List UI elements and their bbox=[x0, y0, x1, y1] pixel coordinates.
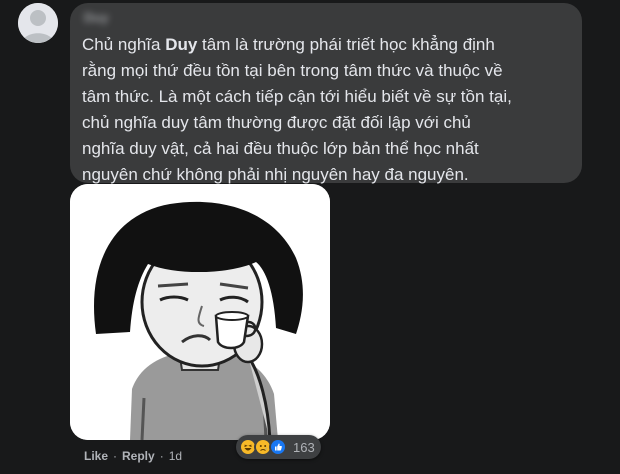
comment-text: Chủ nghĩa Duy tâm là trường phái triết h… bbox=[82, 32, 578, 188]
avatar[interactable] bbox=[18, 3, 58, 43]
comment-author-name[interactable]: Duy bbox=[84, 10, 109, 25]
like-icon bbox=[269, 438, 287, 456]
default-avatar-icon bbox=[18, 3, 58, 43]
separator-dot: · bbox=[159, 449, 164, 463]
text-segment: tâm là trường phái triết học khẳng định bbox=[197, 35, 495, 54]
reaction-summary[interactable]: 163 bbox=[236, 435, 321, 459]
comment-line: Chủ nghĩa Duy tâm là trường phái triết h… bbox=[82, 32, 578, 58]
comment-line: nghĩa duy vật, cả hai đều thuộc lớp bản … bbox=[82, 139, 479, 158]
text-segment: Chủ nghĩa bbox=[82, 35, 166, 54]
comment-actions: Like · Reply · 1d bbox=[84, 449, 182, 463]
comment-line: chủ nghĩa duy tâm thường được đặt đối lậ… bbox=[82, 113, 471, 132]
separator-dot: · bbox=[113, 449, 118, 463]
reaction-count: 163 bbox=[293, 439, 315, 455]
comment-bubble: Duy Chủ nghĩa Duy tâm là trường phái tri… bbox=[70, 3, 582, 184]
like-button[interactable]: Like bbox=[84, 449, 108, 463]
comment-line: tâm thức. Là một cách tiếp cận tới hiểu … bbox=[82, 87, 512, 106]
comment-timestamp[interactable]: 1d bbox=[169, 449, 182, 463]
comment-thread: Duy Chủ nghĩa Duy tâm là trường phái tri… bbox=[0, 0, 620, 474]
meme-sticker-image bbox=[70, 184, 330, 440]
comment-line: rằng mọi thứ đều tồn tại bên trong tâm t… bbox=[82, 61, 503, 80]
comment-image-attachment[interactable] bbox=[70, 184, 330, 440]
bold-keyword: Duy bbox=[165, 35, 198, 54]
reply-button[interactable]: Reply bbox=[122, 449, 155, 463]
